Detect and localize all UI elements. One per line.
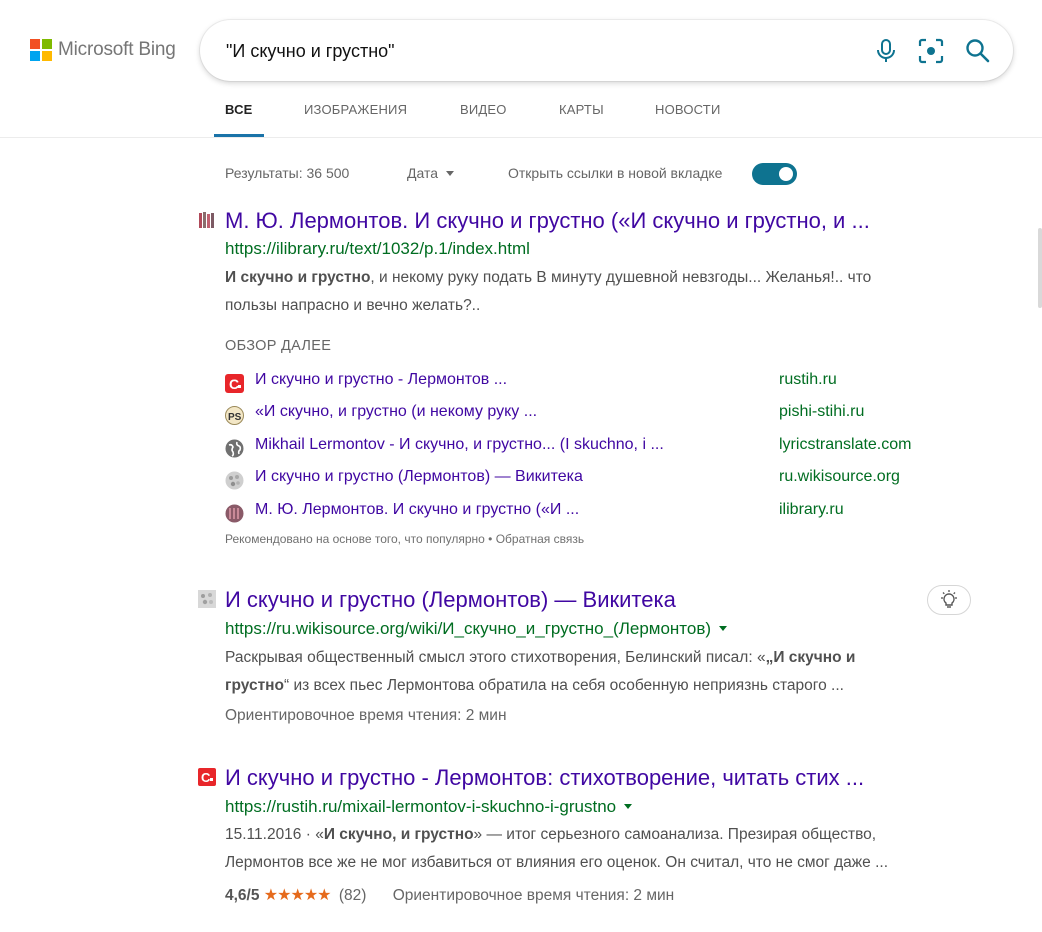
deeplink-title[interactable]: И скучно и грустно - Лермонтов ...	[255, 371, 507, 389]
search-input[interactable]	[226, 38, 846, 64]
result-3-rating-row: 4,6/5 ★★★★★ (82) Ориентировочное время ч…	[225, 885, 674, 905]
microsoft-logo-icon	[30, 39, 52, 61]
svg-text:C: C	[201, 770, 211, 785]
chevron-down-icon	[446, 170, 455, 176]
wikisource-icon	[225, 471, 244, 490]
result-2-title[interactable]: И скучно и грустно (Лермонтов) — Викитек…	[225, 587, 676, 613]
bing-logo[interactable]: Microsoft Bing	[30, 38, 176, 62]
deeplinks-heading: ОБЗОР ДАЛЕЕ	[225, 338, 332, 354]
toggle-knob	[779, 167, 793, 181]
deeplink-row: М. Ю. Лермонтов. И скучно и грустно («И …	[225, 501, 965, 525]
deeplink-row: И скучно и грустно (Лермонтов) — Викитек…	[225, 468, 965, 492]
result-2-url[interactable]: https://ru.wikisource.org/wiki/И_скучно_…	[225, 619, 728, 639]
svg-text:C: C	[229, 376, 239, 392]
deeplink-title[interactable]: «И скучно, и грустно (и некому руку ...	[255, 403, 537, 421]
open-new-tab-label: Открыть ссылки в новой вкладке	[508, 165, 723, 181]
search-box	[200, 20, 1013, 81]
deeplink-row: Mikhail Lermontov - И скучно, и грустно.…	[225, 436, 965, 460]
scrollbar[interactable]	[1038, 228, 1042, 308]
result-2-reading-time: Ориентировочное время чтения: 2 мин	[225, 707, 507, 724]
rustih-icon: C	[198, 768, 216, 786]
tab-images[interactable]: ИЗОБРАЖЕНИЯ	[304, 102, 407, 117]
logo-text: Microsoft Bing	[58, 39, 176, 60]
pishi-stihi-icon: PS	[225, 406, 244, 425]
books-icon	[198, 211, 216, 229]
wikisource-icon	[198, 590, 216, 608]
globe-icon	[225, 439, 244, 458]
svg-text:PS: PS	[228, 412, 242, 423]
search-tabs: ВСЕ ИЗОБРАЖЕНИЯ ВИДЕО КАРТЫ НОВОСТИ	[0, 90, 1042, 138]
lightbulb-button[interactable]	[927, 585, 971, 615]
result-1-url[interactable]: https://ilibrary.ru/text/1032/p.1/index.…	[225, 239, 530, 259]
result-3-url[interactable]: https://rustih.ru/mixail-lermontov-i-sku…	[225, 797, 633, 817]
deeplink-site[interactable]: ru.wikisource.org	[779, 468, 900, 486]
result-3-snippet: 15.11.2016 · «И скучно, и грустно» — ито…	[225, 826, 889, 871]
result-3-title[interactable]: И скучно и грустно - Лермонтов: стихотво…	[225, 765, 864, 791]
lightbulb-icon	[941, 590, 957, 608]
microphone-icon[interactable]	[872, 37, 900, 65]
deeplinks-footer: Рекомендовано на основе того, что популя…	[225, 532, 585, 546]
result-2-snippet: Раскрывая общественный смысл этого стихо…	[225, 649, 856, 694]
result-3-reading-time: Ориентировочное время чтения: 2 мин	[392, 887, 675, 904]
deeplink-title[interactable]: М. Ю. Лермонтов. И скучно и грустно («И …	[255, 501, 579, 519]
date-filter-dropdown[interactable]: Дата	[407, 165, 455, 181]
result-1-title[interactable]: М. Ю. Лермонтов. И скучно и грустно («И …	[225, 208, 870, 234]
result-1-snippet: И скучно и грустно, и некому руку подать…	[225, 269, 872, 314]
deeplink-site[interactable]: lyricstranslate.com	[779, 436, 911, 454]
deeplink-site[interactable]: rustih.ru	[779, 371, 837, 389]
deeplink-site[interactable]: ilibrary.ru	[779, 501, 844, 519]
rating-score: 4,6/5	[225, 887, 260, 904]
date-filter-label: Дата	[407, 165, 439, 181]
open-new-tab-toggle[interactable]	[752, 163, 797, 185]
deeplink-title[interactable]: Mikhail Lermontov - И скучно, и грустно.…	[255, 436, 664, 454]
books-icon	[225, 504, 244, 523]
review-count: (82)	[338, 887, 367, 904]
tab-all[interactable]: ВСЕ	[225, 102, 253, 117]
deeplink-row: C И скучно и грустно - Лермонтов ... rus…	[225, 371, 965, 395]
rustih-icon: C	[225, 374, 244, 393]
visual-search-icon[interactable]	[917, 37, 945, 65]
results-count: Результаты: 36 500	[225, 165, 350, 181]
deeplink-title[interactable]: И скучно и грустно (Лермонтов) — Викитек…	[255, 468, 583, 486]
tab-news[interactable]: НОВОСТИ	[655, 102, 721, 117]
active-tab-indicator	[214, 134, 264, 137]
search-icon[interactable]	[964, 37, 992, 65]
chevron-down-icon[interactable]	[624, 804, 633, 810]
tab-maps[interactable]: КАРТЫ	[559, 102, 604, 117]
chevron-down-icon[interactable]	[719, 626, 728, 632]
tab-videos[interactable]: ВИДЕО	[460, 102, 507, 117]
deeplink-site[interactable]: pishi-stihi.ru	[779, 403, 864, 421]
star-rating-icon: ★★★★★	[263, 887, 332, 904]
deeplink-row: PS «И скучно, и грустно (и некому руку .…	[225, 403, 965, 427]
